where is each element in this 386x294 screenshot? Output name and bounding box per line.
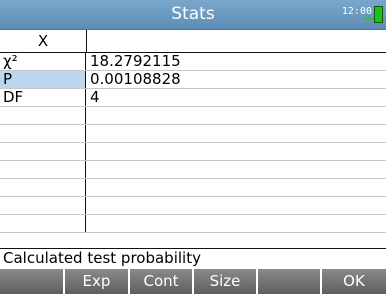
row-name-p[interactable]: P [0,71,86,88]
table-row[interactable]: P 0.00108828 [0,71,386,89]
empty-cell [0,179,86,196]
softkey-exp[interactable]: Exp [65,269,130,294]
row-value: 0.00108828 [90,70,181,88]
empty-row [0,143,386,161]
empty-row [0,107,386,125]
row-value: 18.2792115 [90,52,181,70]
empty-row [0,197,386,215]
softkey-cont[interactable]: Cont [130,269,194,294]
title-bar: Stats 12:00 [0,0,386,30]
row-name-chi-square[interactable]: χ² [0,53,86,70]
row-name-df[interactable]: DF [0,89,86,106]
table-row[interactable]: χ² 18.2792115 [0,53,386,71]
empty-cell [0,125,86,142]
empty-row [0,215,386,233]
softkey-size[interactable]: Size [194,269,258,294]
table-header: X [0,30,386,53]
battery-icon [374,6,383,23]
column-header-x: X [0,30,87,52]
table-row[interactable]: DF 4 [0,89,386,107]
empty-row [0,179,386,197]
results-table: X χ² 18.2792115 P 0.00108828 DF 4 [0,30,386,242]
row-value: 4 [90,88,100,106]
clock: 12:00 [341,6,372,17]
softkey-ok[interactable]: OK [322,269,386,294]
column-header-value [86,30,386,52]
empty-cell [0,143,86,160]
empty-row [0,125,386,143]
empty-cell [0,197,86,214]
softkey-blank-2[interactable] [258,269,322,294]
status-message: Calculated test probability [0,248,386,267]
alpha-indicator-icon [363,17,373,20]
empty-cell [0,107,86,124]
empty-cell [0,161,86,178]
softkey-blank-1[interactable] [0,269,65,294]
empty-row [0,161,386,179]
empty-cell [0,215,86,232]
softkey-bar: Exp Cont Size OK [0,267,386,294]
app-title: Stats [171,4,215,24]
